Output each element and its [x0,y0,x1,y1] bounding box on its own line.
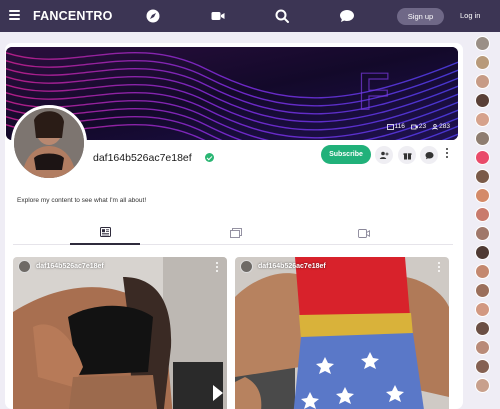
profile-stats: 116 23 283 [386,123,450,130]
gift-icon [403,152,411,159]
gallery-icon [230,228,242,238]
tab-galleries[interactable] [201,221,271,245]
more-options-icon[interactable] [445,148,449,162]
search-icon[interactable] [274,8,290,24]
follow-button[interactable] [375,146,393,164]
creator-avatar[interactable] [475,131,490,146]
creator-avatar[interactable] [475,378,490,393]
log-in-link[interactable]: Log in [460,11,480,20]
followers-stat: 283 [432,123,450,130]
profile-card: F 116 23 283 daf164b526ac7e18ef Subscrib… [5,43,463,409]
content-tabs [13,221,453,245]
creator-avatar[interactable] [475,36,490,51]
chat-bubble-icon [425,151,433,159]
send-gift-button[interactable] [398,146,416,164]
post-author-name[interactable]: daf164b526ac7e18ef [36,263,104,270]
creator-avatar[interactable] [475,283,490,298]
images-stat: 116 [386,123,405,130]
post-author-name[interactable]: daf164b526ac7e18ef [258,263,326,270]
followers-count: 283 [439,123,450,130]
explore-icon[interactable] [145,8,161,24]
sign-up-button[interactable]: Sign up [397,8,444,25]
tab-posts[interactable] [70,221,140,245]
creator-avatar[interactable] [475,188,490,203]
creator-avatar[interactable] [475,55,490,70]
creator-avatar[interactable] [475,150,490,165]
creator-avatar[interactable] [475,226,490,241]
verified-badge-icon [205,153,214,162]
tab-videos[interactable] [329,221,399,245]
subscribe-button[interactable]: Subscribe [321,145,371,164]
post-thumbnail [13,257,227,409]
image-icon [386,123,394,130]
post-author-avatar[interactable] [240,260,253,273]
brand-logo[interactable]: FANCENTRO [33,9,113,23]
chat-icon[interactable] [339,8,355,24]
profile-avatar[interactable] [11,105,87,181]
images-count: 116 [394,123,405,130]
creator-avatar[interactable] [475,264,490,279]
profile-bio: Explore my content to see what I'm all a… [17,197,147,204]
creator-avatar[interactable] [475,207,490,222]
creator-avatar[interactable] [475,112,490,127]
post-author-avatar[interactable] [18,260,31,273]
video-icon [358,228,370,238]
person-icon [432,123,438,130]
video-icon[interactable] [210,8,226,24]
svg-text:F: F [358,63,390,121]
creator-avatar[interactable] [475,321,490,336]
creator-avatar[interactable] [475,340,490,355]
post-thumbnail [235,257,449,409]
post-card[interactable]: daf164b526ac7e18ef [13,257,227,409]
videos-count: 23 [418,123,427,130]
creator-avatar[interactable] [475,169,490,184]
suggested-creators-rail [468,32,500,409]
video-count-icon [411,124,418,129]
creator-avatar[interactable] [475,93,490,108]
post-options-icon[interactable] [215,262,219,272]
add-user-icon [379,151,389,159]
creator-avatar[interactable] [475,74,490,89]
creator-avatar[interactable] [475,245,490,260]
feed-icon [99,227,111,237]
creator-avatar[interactable] [475,359,490,374]
post-options-icon[interactable] [437,262,441,272]
top-bar: FANCENTRO Sign up Log in [0,0,500,32]
message-button[interactable] [420,146,438,164]
videos-stat: 23 [411,123,426,130]
post-card[interactable]: daf164b526ac7e18ef [235,257,449,409]
profile-photo [14,108,84,178]
menu-icon[interactable] [9,10,20,20]
creator-avatar[interactable] [475,302,490,317]
profile-username: daf164b526ac7e18ef [93,152,192,164]
